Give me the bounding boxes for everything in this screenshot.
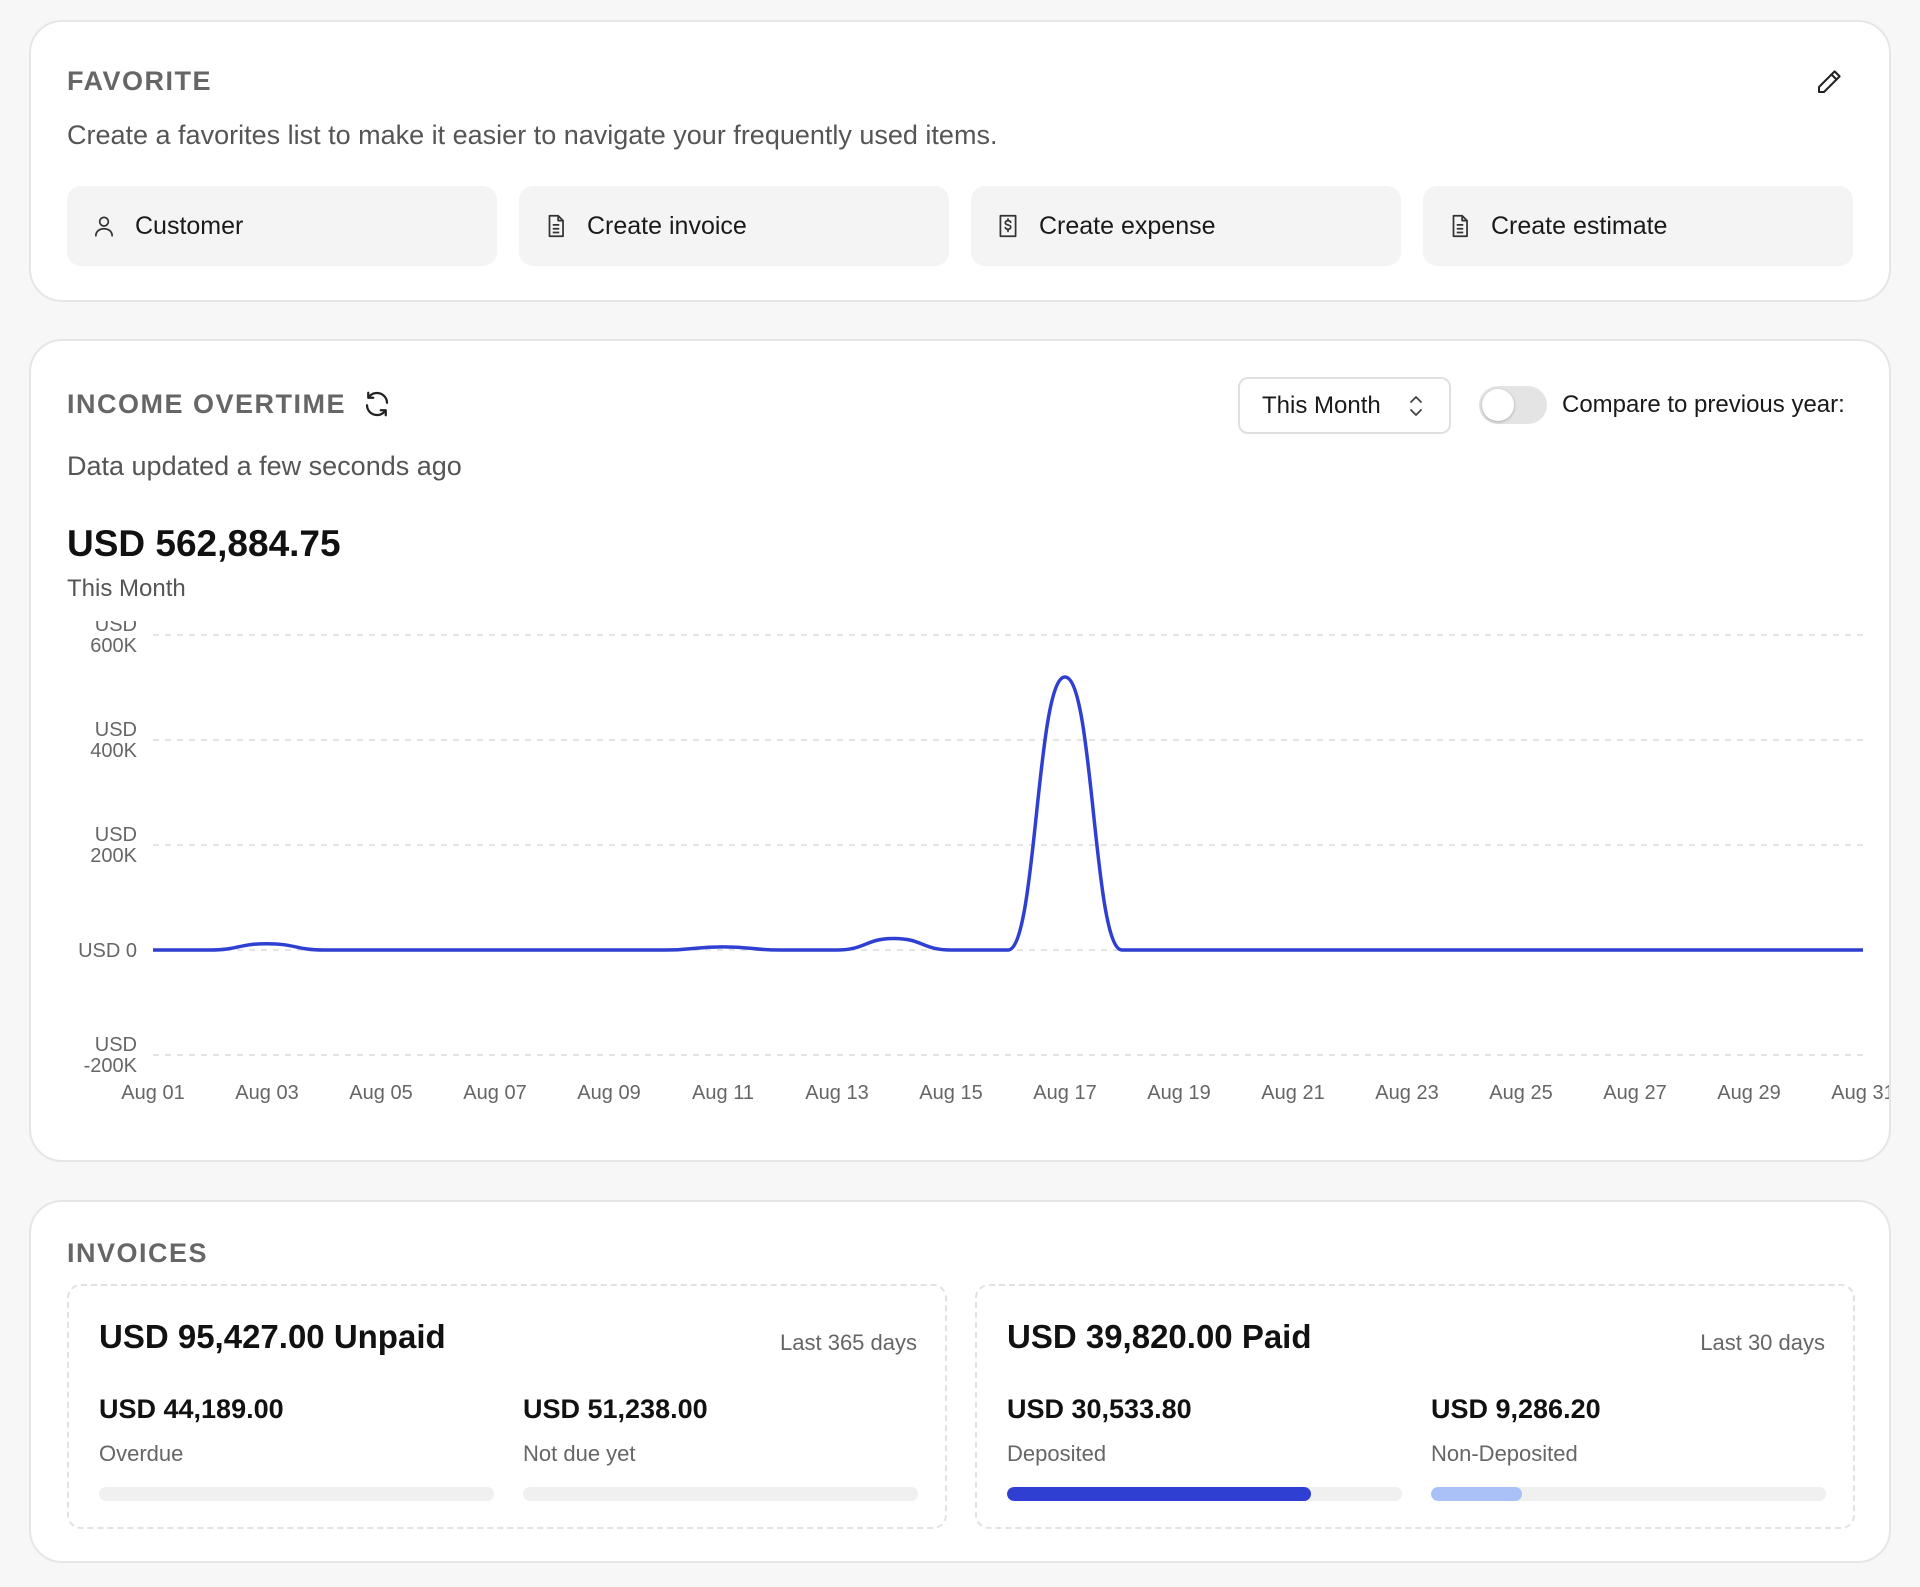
- compare-label: Compare to previous year:: [1562, 391, 1845, 418]
- favorite-items: Customer Create invoice Create expense C…: [67, 186, 1853, 266]
- y-tick-label: USD 200K: [90, 824, 137, 867]
- deposited-progress-fill: [1007, 1487, 1312, 1501]
- data-updated-text: Data updated a few seconds ago: [67, 451, 462, 481]
- overdue-label: Overdue: [99, 1441, 184, 1466]
- favorite-create-invoice-button[interactable]: Create invoice: [519, 186, 949, 266]
- paid-invoices-panel[interactable]: USD 39,820.00 Paid Last 30 days USD 30,5…: [975, 1284, 1855, 1529]
- y-tick-label: USD 400K: [90, 719, 137, 762]
- x-tick-label: Aug 27: [1603, 1082, 1666, 1104]
- income-period: This Month: [67, 575, 186, 602]
- unpaid-range: Last 365 days: [780, 1330, 917, 1355]
- non-deposited-amount: USD 9,286.20: [1431, 1394, 1601, 1424]
- user-icon: [95, 216, 113, 237]
- document-icon: [548, 214, 564, 238]
- x-tick-label: Aug 09: [577, 1082, 640, 1104]
- range-select[interactable]: This Month: [1238, 377, 1451, 434]
- dollar-document-icon: [999, 214, 1017, 238]
- invoices-title: INVOICES: [67, 1238, 209, 1268]
- unpaid-headline: USD 95,427.00 Unpaid: [99, 1318, 446, 1355]
- x-tick-label: Aug 19: [1147, 1082, 1210, 1104]
- toggle-knob: [1482, 389, 1514, 421]
- x-tick-label: Aug 15: [919, 1082, 982, 1104]
- document-icon: [1452, 214, 1468, 238]
- income-line-chart: USD 600K USD 400K USD 200K USD 0 USD -200K Aug 01…: [78, 621, 1889, 1104]
- non-deposited-column: USD 9,286.20 Non-Deposited: [1431, 1394, 1826, 1501]
- overdue-column: USD 44,189.00 Overdue: [99, 1394, 494, 1501]
- overdue-progress-bar: [99, 1487, 494, 1501]
- x-tick-label: Aug 25: [1489, 1082, 1552, 1104]
- y-tick-label: USD -200K: [84, 1034, 138, 1077]
- favorite-item-label: Create estimate: [1491, 211, 1668, 240]
- x-tick-label: Aug 05: [349, 1082, 412, 1104]
- x-tick-label: Aug 23: [1375, 1082, 1438, 1104]
- favorite-item-label: Create expense: [1039, 211, 1216, 240]
- x-tick-label: Aug 03: [235, 1082, 298, 1104]
- favorite-subtitle: Create a favorites list to make it easie…: [67, 120, 998, 150]
- x-tick-label: Aug 29: [1717, 1082, 1780, 1104]
- unpaid-invoices-panel[interactable]: USD 95,427.00 Unpaid Last 365 days USD 4…: [67, 1284, 947, 1529]
- favorite-create-estimate-button[interactable]: Create estimate: [1423, 186, 1853, 266]
- x-tick-label: Aug 21: [1261, 1082, 1324, 1104]
- non-deposited-label: Non-Deposited: [1431, 1441, 1578, 1466]
- compare-toggle[interactable]: [1479, 386, 1547, 424]
- favorite-item-label: Create invoice: [587, 211, 747, 240]
- x-tick-label: Aug 13: [805, 1082, 868, 1104]
- x-tick-label: Aug 07: [463, 1082, 526, 1104]
- pencil-icon: [1818, 70, 1841, 93]
- not-due-amount: USD 51,238.00: [523, 1394, 708, 1424]
- non-deposited-progress-fill: [1431, 1487, 1522, 1501]
- x-tick-label: Aug 31: [1831, 1082, 1889, 1104]
- not-due-progress-bar: [523, 1487, 918, 1501]
- deposited-column: USD 30,533.80 Deposited: [1007, 1394, 1402, 1501]
- favorite-title: FAVORITE: [67, 66, 213, 96]
- paid-headline: USD 39,820.00 Paid: [1007, 1318, 1312, 1355]
- edit-favorites-button[interactable]: [1809, 62, 1849, 102]
- favorite-customer-button[interactable]: Customer: [67, 186, 497, 266]
- refresh-button[interactable]: [359, 386, 395, 422]
- income-title: INCOME OVERTIME: [67, 389, 347, 419]
- deposited-label: Deposited: [1007, 1441, 1107, 1466]
- overdue-amount: USD 44,189.00: [99, 1394, 284, 1424]
- y-tick-label: USD 600K: [90, 621, 137, 657]
- favorite-item-label: Customer: [135, 211, 244, 240]
- not-due-column: USD 51,238.00 Not due yet: [523, 1394, 918, 1501]
- x-tick-label: Aug 11: [692, 1082, 754, 1104]
- income-total: USD 562,884.75: [67, 523, 341, 564]
- invoices-card: INVOICES USD 95,427.00 Unpaid Last 365 d…: [29, 1200, 1891, 1563]
- not-due-label: Not due yet: [523, 1441, 636, 1466]
- paid-range: Last 30 days: [1700, 1330, 1825, 1355]
- x-tick-label: Aug 17: [1033, 1082, 1096, 1104]
- refresh-icon: [365, 391, 389, 417]
- x-tick-label: Aug 01: [121, 1082, 184, 1104]
- chevron-up-down-icon: [1410, 396, 1422, 416]
- income-series-line: [153, 675, 1863, 952]
- favorite-create-expense-button[interactable]: Create expense: [971, 186, 1401, 266]
- favorite-card: FAVORITE Create a favorites list to make…: [29, 20, 1891, 302]
- deposited-amount: USD 30,533.80: [1007, 1394, 1192, 1424]
- non-deposited-progress-bar: [1431, 1487, 1826, 1501]
- range-select-value: This Month: [1262, 391, 1381, 419]
- income-overtime-card: INCOME OVERTIME This Month Compare to pr…: [29, 339, 1891, 1162]
- deposited-progress-bar: [1007, 1487, 1402, 1501]
- y-tick-label: USD 0: [78, 940, 137, 962]
